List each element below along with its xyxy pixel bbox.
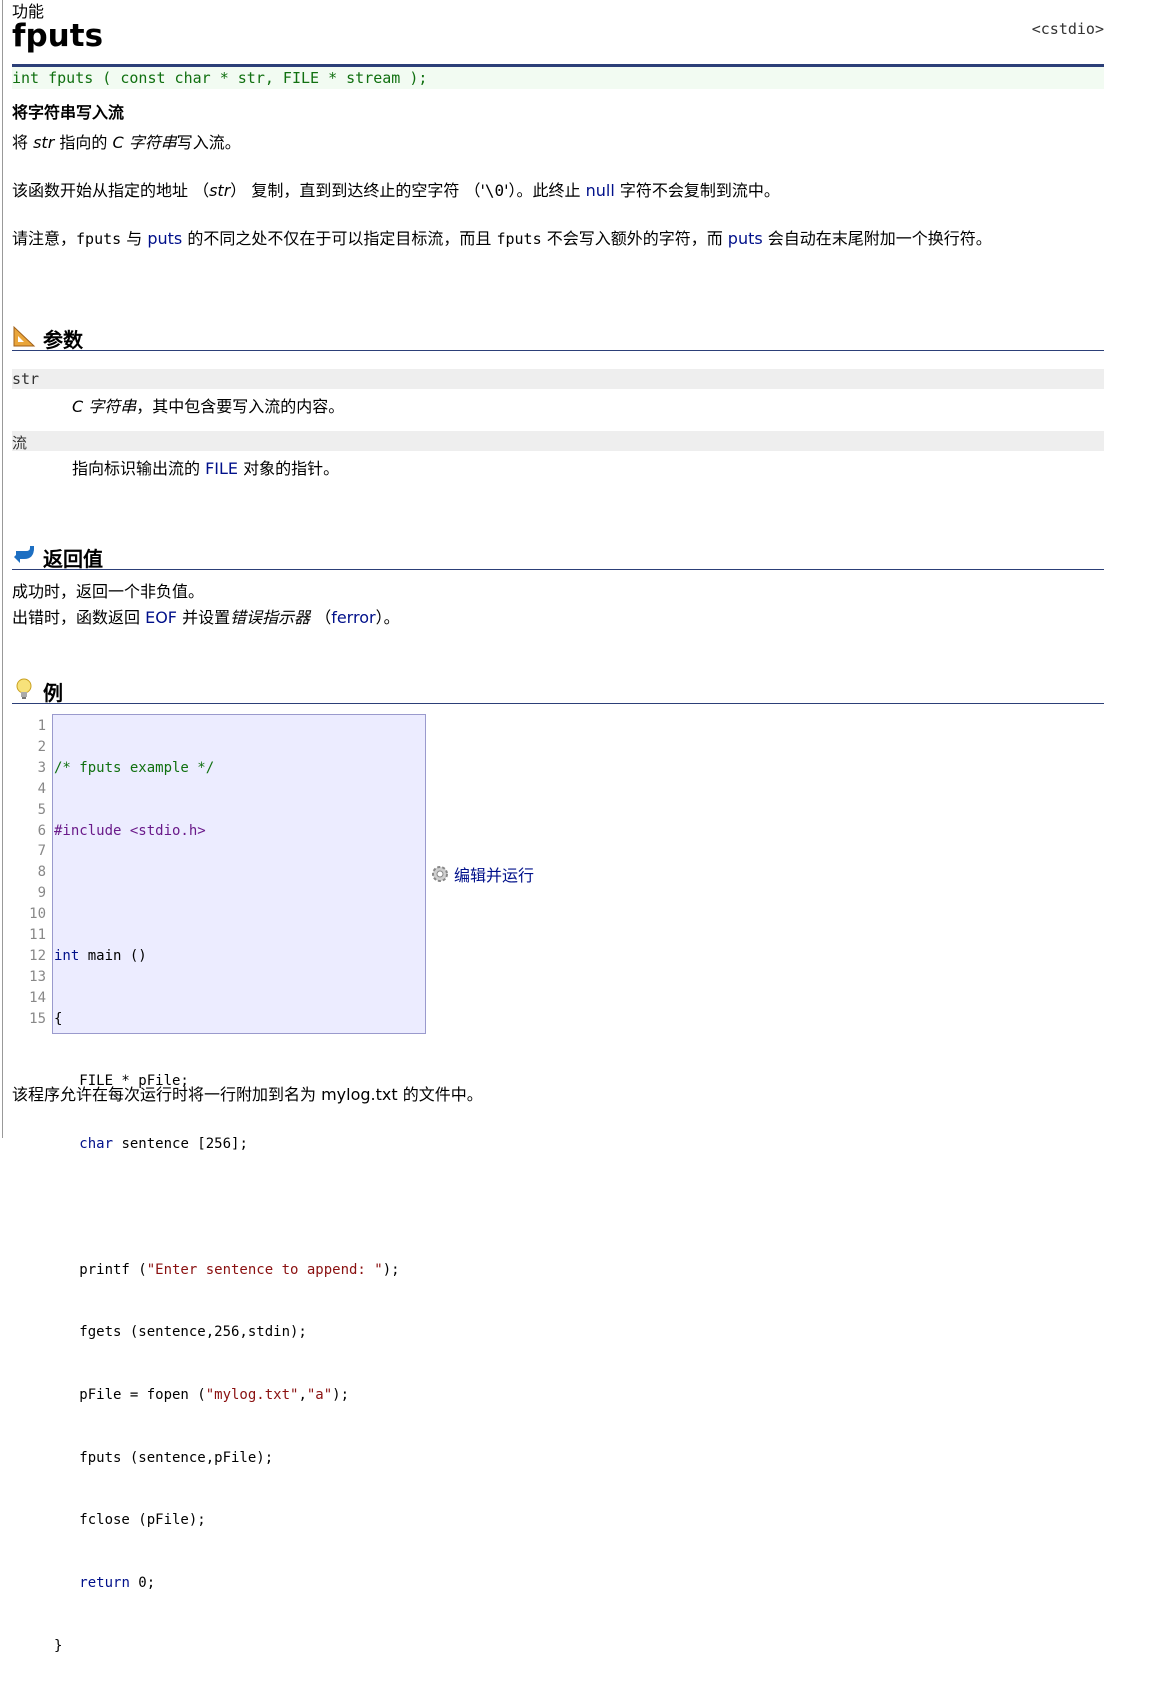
puts-link[interactable]: puts [147,229,182,248]
code-line: /* fputs example */ [54,759,215,776]
param-desc-str: C 字符串，其中包含要写入流的内容。 [72,397,345,416]
null-link[interactable]: null [586,181,615,200]
section-parameters: 参数 [12,320,1104,352]
code-line: fputs (sentence,pFile); [54,1449,274,1466]
section-title: 参数 [43,328,83,352]
code-line: ​ [54,883,400,904]
ruler-icon [13,325,36,347]
brief-description: 将字符串写入流 [12,103,125,122]
section-return-value: 返回值 [12,539,1104,571]
code-line: } [54,1637,63,1654]
code-line: fgets (sentence,256,stdin); [54,1324,307,1341]
return-success-text: 成功时，返回一个非负值。 [12,582,205,601]
ferror-link[interactable]: ferror [331,608,375,627]
intro-paragraph-3: 请注意，fputs 与 puts 的不同之处不仅在于可以指定目标流，而且 fpu… [12,229,992,248]
section-title: 返回值 [43,547,103,571]
code-line: printf ("Enter sentence to append: "); [54,1261,400,1278]
section-example: 例 [12,673,1104,705]
code-line: { [54,1010,63,1027]
param-name-stream: 流 [12,431,1104,452]
return-arrow-icon [14,546,34,563]
prototype-text: int fputs ( const char * str, FILE * str… [12,69,428,87]
c-string-term: C 字符串 [72,397,137,416]
left-border [2,0,3,1138]
code-line: ​ [54,1197,400,1218]
example-note: 该程序允许在每次运行时将一行附加到名为 mylog.txt 的文件中。 [12,1085,483,1104]
page-title: fputs [12,18,104,54]
code-line: #include <stdio.h> [54,822,206,839]
param-desc-stream: 指向标识输出流的 FILE 对象的指针。 [72,459,340,478]
error-indicator-term: 错误指示器 [230,608,311,627]
code-line: int main () [54,947,147,964]
file-link[interactable]: FILE [205,459,238,478]
line-numbers: 1 2 3 4 5 6 7 8 9 10 11 12 13 14 15 [29,718,46,1027]
param-ref-str: str [33,133,55,152]
eof-link[interactable]: EOF [145,608,177,627]
code-line: return 0; [79,1575,156,1592]
code-lines[interactable]: /* fputs example */ #include <stdio.h> ​… [54,716,400,1699]
puts-link[interactable]: puts [728,229,763,248]
c-string-term: C 字符串 [112,133,177,152]
intro-paragraph-1: 将 str 指向的 C 字符串写入流。 [12,133,241,152]
edit-and-run-label: 编辑并运行 [454,866,535,885]
lightbulb-icon [16,678,32,699]
filename-text: mylog.txt [321,1085,398,1104]
code-line: pFile = fopen ("mylog.txt","a"); [54,1387,350,1403]
gear-icon [432,866,448,882]
param-name-str: str [12,369,1104,389]
code-line: fclose (pFile); [54,1512,206,1529]
prototype-box: int fputs ( const char * str, FILE * str… [12,64,1104,89]
code-line: char sentence [256]; [79,1136,248,1153]
header-link[interactable]: <cstdio> [1032,20,1104,38]
intro-paragraph-2: 该函数开始从指定的地址 （str） 复制，直到到达终止的空字符 （'\0'）。此… [12,181,780,200]
return-error-text: 出错时，函数返回 EOF 并设置错误指示器 （ferror）。 [12,608,400,627]
section-title: 例 [43,681,63,705]
